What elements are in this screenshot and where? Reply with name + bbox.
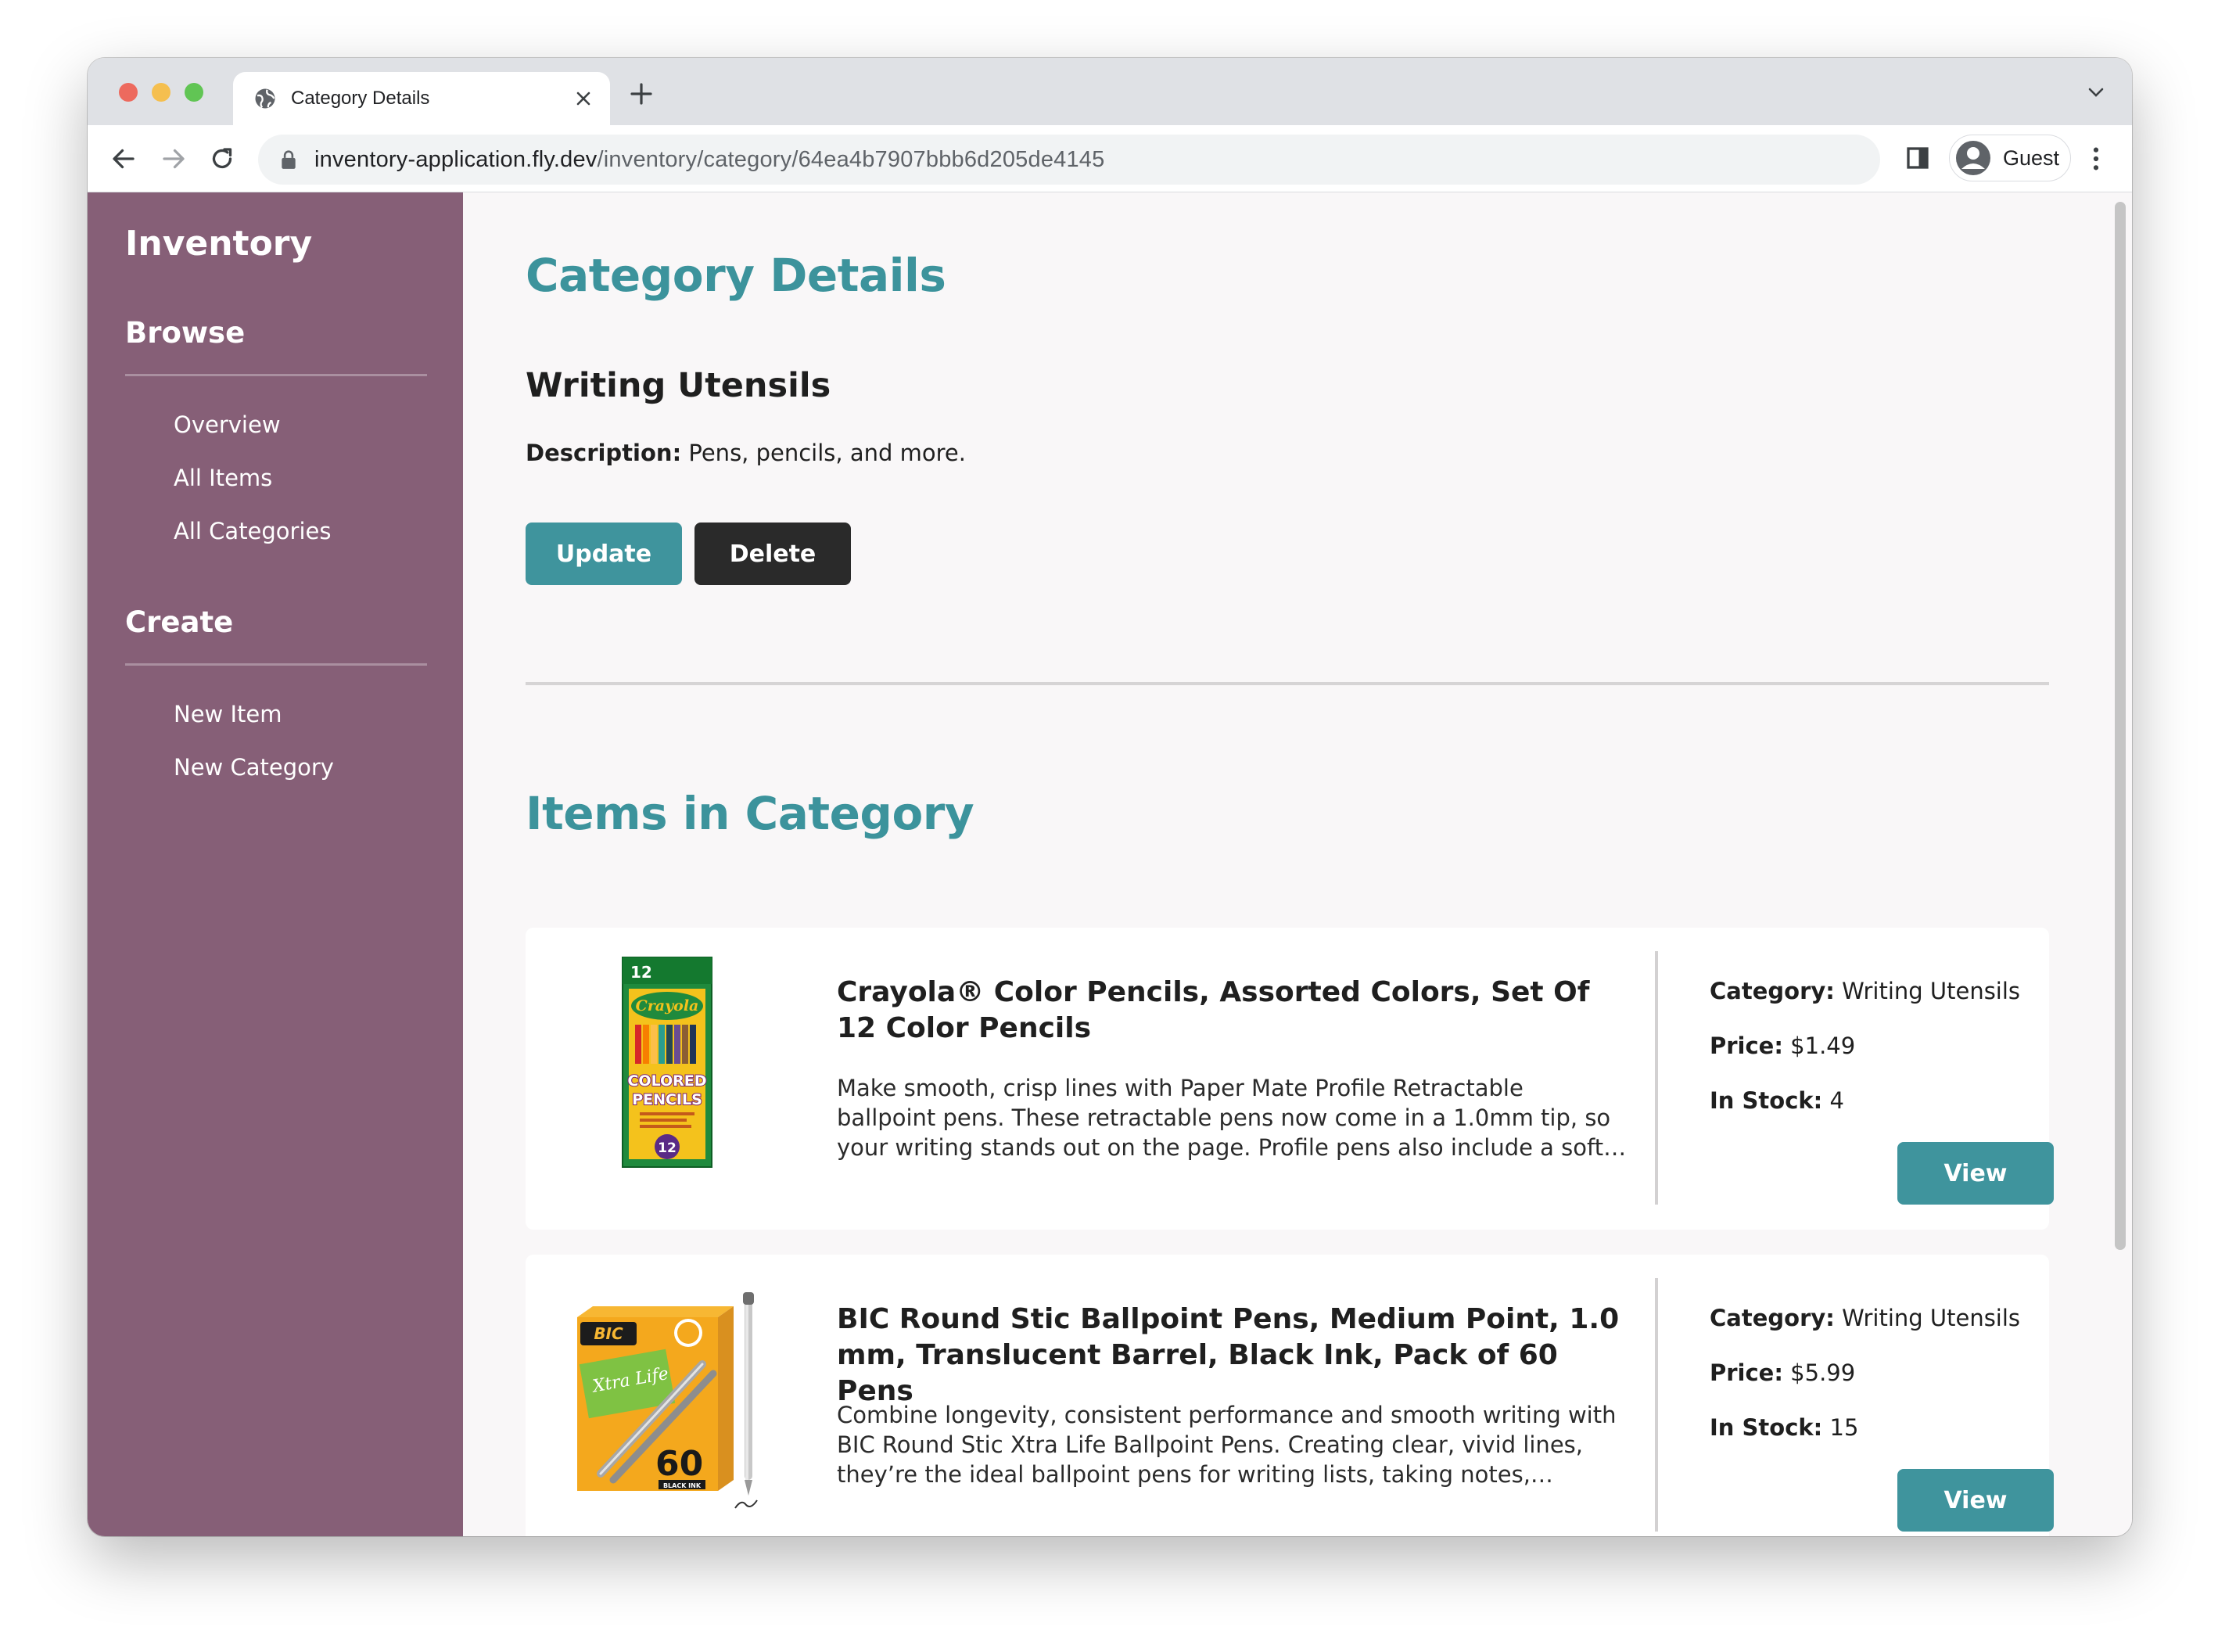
- page-viewport: Inventory Browse Overview All Items All …: [88, 192, 2132, 1536]
- browse-heading: Browse: [125, 316, 246, 350]
- avatar-icon: [1956, 141, 1990, 175]
- browser-window: Category Details inventory-application.f…: [88, 58, 2132, 1536]
- crayola-top-number: 12: [630, 963, 652, 982]
- lock-icon[interactable]: [280, 149, 297, 170]
- sidebar: Inventory Browse Overview All Items All …: [88, 192, 463, 1536]
- section-divider: [526, 682, 2049, 685]
- item-stock-value: 15: [1822, 1414, 1859, 1441]
- item-price: Price: $5.99: [1710, 1359, 1855, 1386]
- item-title[interactable]: Crayola® Color Pencils, Assorted Colors,…: [837, 975, 1635, 1047]
- card-divider: [1655, 1278, 1658, 1532]
- create-heading: Create: [125, 605, 234, 639]
- sidebar-link-all-items[interactable]: All Items: [174, 465, 272, 491]
- item-card: 12 Crayola COLORED PENCILS 12 Crayola® C…: [526, 928, 2054, 1230]
- item-card: BIC Xtra Life 60 BLACK INK BIC Round Sti…: [526, 1255, 2054, 1536]
- crayola-badge-number: 12: [658, 1140, 677, 1156]
- delete-button[interactable]: Delete: [694, 523, 851, 585]
- sidebar-link-overview[interactable]: Overview: [174, 411, 281, 438]
- item-price-label: Price:: [1710, 1359, 1783, 1386]
- main-content: Category Details Writing Utensils Descri…: [463, 192, 2132, 1536]
- profile-button[interactable]: Guest: [1949, 135, 2071, 181]
- browser-tab-active[interactable]: Category Details: [233, 72, 610, 125]
- bic-pens-image: BIC Xtra Life 60 BLACK INK: [577, 1292, 758, 1509]
- forward-arrow-icon[interactable]: [160, 145, 188, 173]
- item-stock: In Stock: 15: [1710, 1414, 1858, 1441]
- address-bar[interactable]: inventory-application.fly.dev/inventory/…: [258, 135, 1880, 185]
- url-host: inventory-application.fly.dev: [314, 146, 598, 172]
- minimize-window-button[interactable]: [152, 83, 170, 102]
- items-heading: Items in Category: [526, 787, 974, 840]
- view-item-button[interactable]: View: [1897, 1142, 2054, 1205]
- update-button[interactable]: Update: [526, 523, 682, 585]
- item-category-value: Writing Utensils: [1834, 978, 2021, 1004]
- scrollbar[interactable]: [2109, 192, 2132, 1536]
- crayola-word-pencils: PENCILS: [632, 1091, 702, 1108]
- item-category: Category: Writing Utensils: [1710, 978, 2020, 1004]
- crayola-brand-text: Crayola: [636, 997, 699, 1015]
- card-divider: [1655, 951, 1658, 1205]
- description-label: Description:: [526, 440, 682, 466]
- maximize-window-button[interactable]: [185, 83, 203, 102]
- tab-title: Category Details: [291, 88, 430, 109]
- item-category: Category: Writing Utensils: [1710, 1305, 2020, 1331]
- close-tab-icon[interactable]: [572, 88, 594, 110]
- crayola-pencils-image: 12 Crayola COLORED PENCILS 12: [622, 957, 712, 1168]
- item-description: Combine longevity, consistent performanc…: [837, 1402, 1617, 1488]
- item-category-label: Category:: [1710, 978, 1835, 1004]
- url-text: inventory-application.fly.dev/inventory/…: [314, 147, 1104, 173]
- item-title[interactable]: BIC Round Stic Ballpoint Pens, Medium Po…: [837, 1302, 1635, 1410]
- browse-divider: [125, 374, 427, 376]
- sidebar-link-all-categories[interactable]: All Categories: [174, 518, 332, 544]
- item-description: Make smooth, crisp lines with Paper Mate…: [837, 1075, 1627, 1161]
- sidebar-brand[interactable]: Inventory: [125, 224, 312, 264]
- item-stock: In Stock: 4: [1710, 1087, 1844, 1114]
- create-divider: [125, 663, 427, 666]
- category-description: Description: Pens, pencils, and more.: [526, 440, 966, 466]
- view-item-button[interactable]: View: [1897, 1469, 2054, 1532]
- scrollbar-thumb[interactable]: [2115, 202, 2126, 1250]
- bic-brand-text: BIC: [594, 1324, 623, 1343]
- tab-search-chevron-icon[interactable]: [2087, 86, 2105, 99]
- item-stock-label: In Stock:: [1710, 1087, 1823, 1114]
- sidebar-link-new-item[interactable]: New Item: [174, 701, 282, 727]
- page-title: Category Details: [526, 249, 946, 302]
- category-name: Writing Utensils: [526, 366, 831, 405]
- description-value: Pens, pencils, and more.: [681, 440, 966, 466]
- item-category-value: Writing Utensils: [1834, 1305, 2021, 1331]
- item-stock-label: In Stock:: [1710, 1414, 1823, 1441]
- item-price: Price: $1.49: [1710, 1032, 1855, 1059]
- reload-icon[interactable]: [208, 145, 236, 173]
- more-menu-icon[interactable]: [2091, 145, 2101, 172]
- item-stock-value: 4: [1822, 1087, 1844, 1114]
- close-window-button[interactable]: [119, 83, 138, 102]
- new-tab-icon[interactable]: [629, 81, 654, 106]
- bic-ink-text: BLACK INK: [663, 1482, 702, 1489]
- back-arrow-icon[interactable]: [109, 145, 138, 173]
- item-price-value: $5.99: [1782, 1359, 1856, 1386]
- browser-toolbar: inventory-application.fly.dev/inventory/…: [88, 125, 2132, 192]
- item-price-label: Price:: [1710, 1032, 1783, 1059]
- side-panel-icon[interactable]: [1904, 144, 1932, 172]
- tab-strip: Category Details: [88, 58, 2132, 125]
- profile-label: Guest: [2003, 145, 2060, 170]
- sidebar-link-new-category[interactable]: New Category: [174, 754, 334, 781]
- globe-icon: [255, 88, 275, 109]
- item-category-label: Category:: [1710, 1305, 1835, 1331]
- url-path: /inventory/category/64ea4b7907bbb6d205de…: [597, 146, 1105, 172]
- bic-count-text: 60: [655, 1444, 703, 1484]
- crayola-word-colored: COLORED: [627, 1072, 706, 1090]
- item-price-value: $1.49: [1782, 1032, 1856, 1059]
